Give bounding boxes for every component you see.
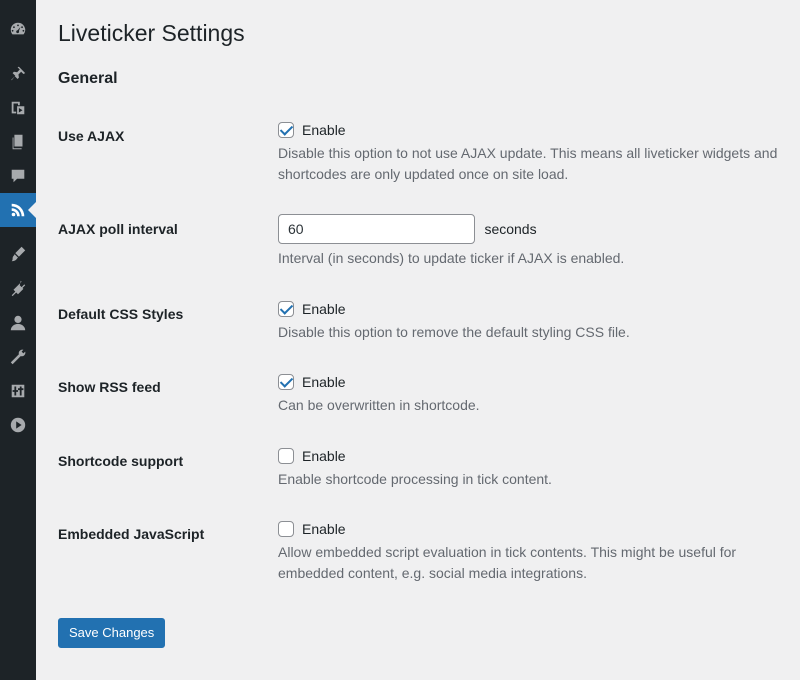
embedded-js-toggle[interactable]: Enable: [278, 519, 788, 539]
setting-label: Use AJAX: [58, 128, 125, 144]
tools-icon: [10, 349, 26, 365]
setting-field: Enable Can be overwritten in shortcode.: [278, 372, 788, 416]
setting-field: Enable Disable this option to not use AJ…: [278, 120, 788, 185]
sidebar-item-plugins[interactable]: [0, 271, 36, 305]
play-icon: [10, 417, 26, 433]
setting-label: AJAX poll interval: [58, 221, 178, 237]
setting-description: Allow embedded script evaluation in tick…: [278, 544, 737, 581]
embedded-js-checkbox[interactable]: [278, 521, 294, 537]
setting-label: Default CSS Styles: [58, 306, 184, 322]
sidebar-item-tools[interactable]: [0, 340, 36, 374]
show-rss-checkbox[interactable]: [278, 374, 294, 390]
admin-sidebar: [0, 0, 36, 680]
settings-icon: [11, 384, 25, 398]
sidebar-item-liveticker[interactable]: [0, 193, 36, 227]
pin-icon: [11, 66, 26, 81]
shortcode-support-toggle[interactable]: Enable: [278, 446, 788, 466]
setting-description: Disable this option to remove the defaul…: [278, 324, 630, 340]
sidebar-item-media[interactable]: [0, 91, 36, 125]
setting-description: Can be overwritten in shortcode.: [278, 397, 480, 413]
sidebar-item-appearance[interactable]: [0, 237, 36, 271]
use-ajax-toggle[interactable]: Enable: [278, 120, 788, 140]
sidebar-item-dashboard[interactable]: [0, 12, 36, 46]
checkbox-label: Enable: [302, 521, 346, 537]
media-icon: [11, 101, 25, 115]
setting-label: Embedded JavaScript: [58, 526, 205, 542]
setting-field: Enable Enable shortcode processing in ti…: [278, 446, 788, 490]
plugins-icon: [11, 280, 26, 297]
setting-field: Enable Disable this option to remove the…: [278, 299, 788, 343]
sidebar-item-comments[interactable]: [0, 159, 36, 193]
setting-field: Enable Allow embedded script evaluation …: [278, 519, 788, 584]
setting-label: Show RSS feed: [58, 379, 161, 395]
setting-description: Disable this option to not use AJAX upda…: [278, 145, 778, 182]
show-rss-toggle[interactable]: Enable: [278, 372, 788, 392]
default-css-toggle[interactable]: Enable: [278, 299, 788, 319]
setting-description: Interval (in seconds) to update ticker i…: [278, 250, 625, 266]
users-icon: [10, 315, 26, 331]
checkbox-label: Enable: [302, 374, 346, 390]
save-changes-button[interactable]: Save Changes: [58, 618, 166, 648]
checkbox-label: Enable: [302, 448, 346, 464]
page-title: Liveticker Settings: [58, 20, 245, 46]
sidebar-item-pages[interactable]: [0, 125, 36, 159]
appearance-icon: [11, 246, 26, 262]
rss-icon: [11, 203, 25, 217]
default-css-checkbox[interactable]: [278, 301, 294, 317]
sidebar-item-media-player[interactable]: [0, 408, 36, 442]
sidebar-item-posts[interactable]: [0, 57, 36, 91]
section-heading: General: [58, 70, 118, 87]
dashboard-icon: [10, 22, 26, 35]
checkbox-label: Enable: [302, 301, 346, 317]
setting-description: Enable shortcode processing in tick cont…: [278, 471, 552, 487]
pages-icon: [12, 134, 23, 150]
sidebar-item-settings[interactable]: [0, 374, 36, 408]
shortcode-support-checkbox[interactable]: [278, 448, 294, 464]
setting-field: 60 seconds Interval (in seconds) to upda…: [278, 214, 788, 269]
unit-label: seconds: [484, 221, 537, 237]
sidebar-item-users[interactable]: [0, 306, 36, 340]
input-line: 60 seconds: [278, 214, 788, 244]
use-ajax-checkbox[interactable]: [278, 122, 294, 138]
poll-interval-input[interactable]: 60: [278, 214, 475, 244]
setting-label: Shortcode support: [58, 453, 184, 469]
checkbox-label: Enable: [302, 122, 346, 138]
comments-icon: [11, 169, 25, 183]
